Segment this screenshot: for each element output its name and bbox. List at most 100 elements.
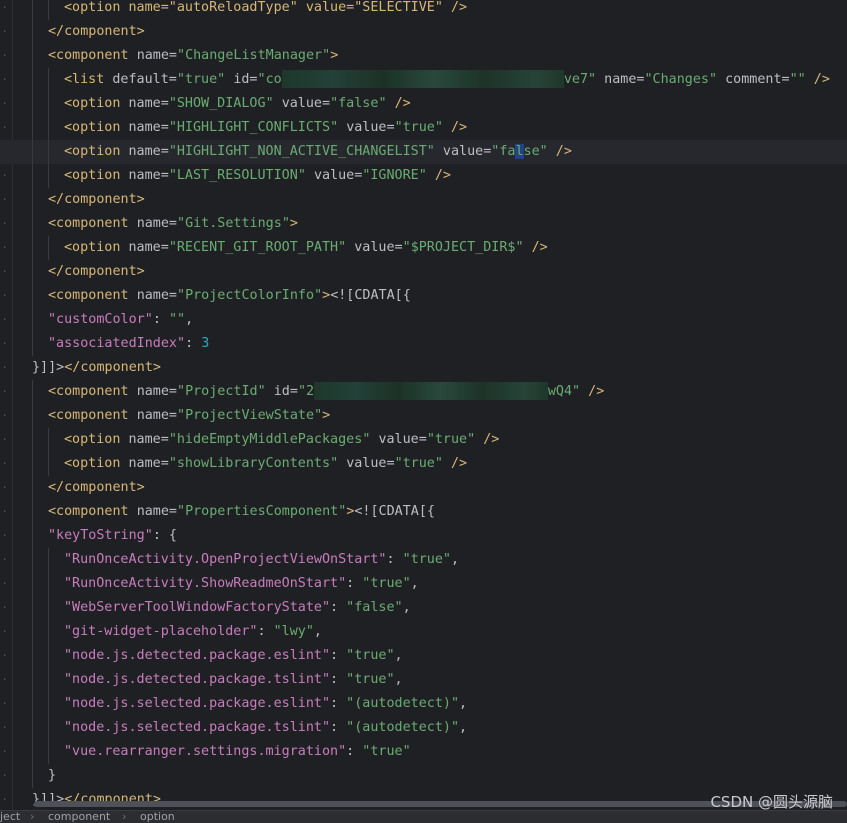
- code-line[interactable]: "customColor": "",: [0, 308, 847, 332]
- code-line[interactable]: }: [0, 764, 847, 788]
- code-attr: value=: [313, 168, 363, 183]
- code-line[interactable]: <option name="LAST_RESOLUTION" value="IG…: [0, 164, 847, 188]
- code-quote: ": [177, 408, 186, 423]
- code-quote: ": [177, 384, 186, 399]
- code-tag: />: [451, 120, 468, 135]
- breadcrumb-separator: ›: [122, 810, 127, 823]
- code-line[interactable]: "node.js.selected.package.eslint": "(aut…: [0, 692, 847, 716]
- code-quote: ": [515, 240, 532, 255]
- code-line[interactable]: <option name="hideEmptyMiddlePackages" v…: [0, 428, 847, 452]
- option-value: true: [434, 432, 468, 447]
- redacted-id-blur: [281, 70, 564, 88]
- code-line[interactable]: <component name="ProjectId" id="2 wQ4" /…: [0, 380, 847, 404]
- json-colon: :: [346, 576, 363, 591]
- json-key: "node.js.selected.package.eslint": [64, 696, 331, 711]
- code-line[interactable]: "RunOnceActivity.ShowReadmeOnStart": "tr…: [0, 572, 847, 596]
- breadcrumb-item-component[interactable]: component: [48, 811, 110, 823]
- code-tag: />: [531, 240, 548, 255]
- code-line[interactable]: <option name="autoReloadType" value="SEL…: [0, 0, 847, 20]
- code-line[interactable]: <option name="HIGHLIGHT_CONFLICTS" value…: [0, 116, 847, 140]
- code-text: <list default="true" id="co ve7" name="C…: [64, 68, 830, 92]
- component-name: ProjectColorInfo: [185, 288, 315, 303]
- component-name: PropertiesComponent: [185, 504, 339, 519]
- code-text: <option name="HIGHLIGHT_CONFLICTS" value…: [64, 116, 467, 140]
- option-value: true: [402, 120, 435, 135]
- json-key: "RunOnceActivity.ShowReadmeOnStart": [64, 576, 347, 591]
- option-value: false: [338, 96, 379, 111]
- code-line[interactable]: "node.js.detected.package.tslint": "true…: [0, 668, 847, 692]
- indent-guide: [32, 260, 33, 284]
- component-name: ChangeListManager: [185, 48, 323, 63]
- code-tag: <option: [64, 168, 129, 183]
- code-tag: <component: [48, 504, 137, 519]
- code-line[interactable]: <component name="ProjectViewState">: [0, 404, 847, 428]
- code-quote: ": [797, 72, 814, 87]
- indent-guide: [48, 692, 49, 716]
- code-tag: <component: [48, 408, 137, 423]
- code-line[interactable]: <component name="PropertiesComponent"><!…: [0, 500, 847, 524]
- indent-guide: [32, 0, 33, 20]
- code-line[interactable]: <component name="Git.Settings">: [0, 212, 847, 236]
- json-key: "associatedIndex": [48, 336, 186, 351]
- breadcrumb-item-option[interactable]: option: [140, 811, 175, 823]
- code-text: <component name="Git.Settings">: [48, 212, 298, 236]
- indent-guide: [32, 188, 33, 212]
- code-close-tag: </component>: [48, 264, 145, 279]
- code-text: <component name="ProjectId" id="2 wQ4" /…: [48, 380, 604, 404]
- code-line[interactable]: "node.js.selected.package.tslint": "(aut…: [0, 716, 847, 740]
- json-value: "true": [346, 672, 395, 687]
- code-line[interactable]: }]]></component>: [0, 356, 847, 380]
- json-comma: ,: [185, 312, 194, 327]
- code-text: <option name="LAST_RESOLUTION" value="IG…: [64, 164, 451, 188]
- indent-guide: [32, 404, 33, 428]
- indent-guide: [32, 644, 33, 668]
- code-editor[interactable]: <option name="autoReloadType" value="SEL…: [0, 0, 847, 810]
- code-line[interactable]: <option name="HIGHLIGHT_NON_ACTIVE_CHANG…: [0, 140, 847, 164]
- code-line[interactable]: "git-widget-placeholder": "lwy",: [0, 620, 847, 644]
- code-quote: ": [378, 96, 395, 111]
- code-text: "WebServerToolWindowFactoryState": "fals…: [64, 596, 411, 620]
- code-line[interactable]: <option name="SHOW_DIALOG" value="false"…: [0, 92, 847, 116]
- code-attr: name=: [128, 120, 169, 135]
- code-tag: <option: [64, 96, 129, 111]
- code-quote: ": [168, 144, 177, 159]
- code-line[interactable]: "vue.rearranger.settings.migration": "tr…: [0, 740, 847, 764]
- code-line[interactable]: <option name="showLibraryContents" value…: [0, 452, 847, 476]
- json-comma: ,: [394, 672, 403, 687]
- code-attr: comment=: [725, 72, 790, 87]
- text-cursor-selection: l: [515, 144, 524, 159]
- code-line[interactable]: <option name="RECENT_GIT_ROOT_PATH" valu…: [0, 236, 847, 260]
- code-text: "node.js.detected.package.eslint": "true…: [64, 644, 403, 668]
- code-text: </component>: [48, 260, 145, 284]
- code-line[interactable]: "WebServerToolWindowFactoryState": "fals…: [0, 596, 847, 620]
- code-tag: <component: [48, 288, 137, 303]
- code-line[interactable]: <component name="ProjectColorInfo"><![CD…: [0, 284, 847, 308]
- code-line[interactable]: "keyToString": {: [0, 524, 847, 548]
- breadcrumb-item-project[interactable]: ject: [0, 811, 20, 823]
- code-line[interactable]: "RunOnceActivity.OpenProjectViewOnStart"…: [0, 548, 847, 572]
- code-line[interactable]: </component>: [0, 20, 847, 44]
- indent-guide: [32, 620, 33, 644]
- code-line[interactable]: <list default="true" id="co ve7" name="C…: [0, 68, 847, 92]
- code-line[interactable]: "node.js.detected.package.eslint": "true…: [0, 644, 847, 668]
- code-line[interactable]: </component>: [0, 260, 847, 284]
- indent-guide: [32, 164, 33, 188]
- indent-guide: [48, 140, 49, 164]
- indent-guide: [48, 668, 49, 692]
- json-value: "false": [346, 600, 403, 615]
- code-line[interactable]: <component name="ChangeListManager">: [0, 44, 847, 68]
- indent-guide: [48, 0, 49, 20]
- code-quote: ": [394, 456, 403, 471]
- code-line[interactable]: </component>: [0, 476, 847, 500]
- code-attr: value=: [354, 240, 403, 255]
- code-attr: default=: [112, 72, 177, 87]
- code-tag: />: [813, 72, 830, 87]
- option-name: HIGHLIGHT_NON_ACTIVE_CHANGELIST: [176, 144, 427, 159]
- code-line[interactable]: "associatedIndex": 3: [0, 332, 847, 356]
- code-line[interactable]: </component>: [0, 188, 847, 212]
- cdata-open: <![CDATA[{: [354, 504, 435, 519]
- code-quote: ": [314, 288, 323, 303]
- code-text: </component>: [48, 20, 145, 44]
- code-close-tag: </component>: [48, 24, 145, 39]
- redacted-id-blur: [314, 382, 548, 400]
